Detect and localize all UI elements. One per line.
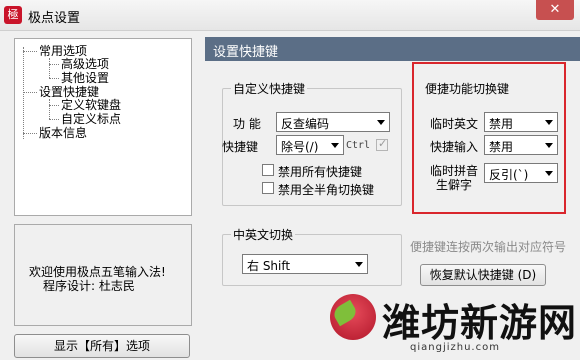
tree-item-common[interactable]: 常用选项 — [39, 44, 87, 58]
chevron-down-icon — [545, 143, 553, 148]
temp-pinyin-label-2: 生僻字 — [436, 178, 473, 192]
shortcut-label: 快捷键 — [222, 140, 259, 154]
checkmark-icon: ✓ — [378, 137, 388, 150]
custom-shortcut-title: 自定义快捷键 — [231, 80, 308, 97]
tree-connector — [49, 105, 59, 106]
watermark-brand: 潍坊新游网 — [382, 300, 578, 345]
chevron-down-icon — [545, 171, 553, 176]
tree-connector — [49, 99, 50, 119]
chevron-down-icon — [331, 143, 339, 148]
cn-en-switch-title: 中英文切换 — [231, 226, 296, 243]
temp-english-select[interactable]: 禁用 — [484, 112, 558, 132]
chevron-down-icon — [355, 262, 363, 267]
temp-english-label: 临时英文 — [430, 117, 479, 131]
shortcut-key-value: 除号(/) — [281, 140, 319, 154]
section-title: 设置快捷键 — [213, 45, 279, 60]
cn-en-switch-select[interactable]: 右 Shift — [242, 254, 368, 274]
quick-input-select[interactable]: 禁用 — [484, 135, 558, 155]
temp-pinyin-select[interactable]: 反引(`) — [484, 163, 558, 183]
disable-all-shortcuts-label[interactable]: 禁用所有快捷键 — [278, 163, 362, 180]
tree-connector — [49, 119, 59, 120]
tree-item-advanced[interactable]: 高级选项 — [61, 57, 109, 71]
temp-english-value: 禁用 — [489, 117, 514, 131]
restore-default-button[interactable]: 恢复默认快捷键 (D) — [420, 264, 546, 286]
function-label: 功 能 — [233, 117, 261, 131]
tree-item-punctuation[interactable]: 自定义标点 — [61, 112, 121, 126]
tree-item-soft-keyboard[interactable]: 定义软键盘 — [61, 98, 121, 112]
info-panel: 欢迎使用极点五笔输入法! 程序设计: 杜志民 — [14, 224, 192, 326]
watermark-url: qiangjizhu.com — [410, 342, 500, 353]
quick-input-value: 禁用 — [489, 140, 514, 154]
tree-item-shortcuts[interactable]: 设置快捷键 — [39, 85, 99, 99]
window-title: 极点设置 — [28, 11, 81, 26]
function-value: 反查编码 — [281, 117, 330, 131]
tree-connector — [49, 78, 59, 79]
section-header: 设置快捷键 — [205, 37, 580, 61]
app-icon: 極 — [4, 6, 22, 24]
quick-input-label: 快捷输入 — [430, 140, 479, 154]
function-select[interactable]: 反查编码 — [276, 112, 390, 132]
disable-full-half-label[interactable]: 禁用全半角切换键 — [278, 181, 374, 198]
tree-item-other[interactable]: 其他设置 — [61, 71, 109, 85]
chevron-down-icon — [377, 120, 385, 125]
title-bar[interactable]: 極 极点设置 ✕ — [0, 0, 580, 31]
tree-item-version[interactable]: 版本信息 — [39, 126, 87, 140]
disable-full-half-checkbox[interactable] — [262, 182, 274, 194]
author-text: 程序设计: 杜志民 — [43, 279, 135, 293]
show-all-options-button[interactable]: 显示【所有】选项 — [14, 334, 190, 358]
ctrl-label: Ctrl — [346, 140, 371, 151]
tree-connector — [23, 133, 37, 134]
tree-connector — [49, 64, 59, 65]
tree-connector — [23, 51, 37, 52]
hint-text: 便捷键连按两次输出对应符号 — [410, 240, 567, 254]
disable-all-shortcuts-checkbox[interactable] — [262, 164, 274, 176]
shortcut-key-select[interactable]: 除号(/) — [276, 135, 344, 155]
tree-connector — [49, 58, 50, 78]
close-button[interactable]: ✕ — [536, 0, 574, 20]
close-icon: ✕ — [549, 2, 561, 17]
ctrl-checkbox[interactable]: ✓ — [376, 137, 388, 151]
temp-pinyin-value: 反引(`) — [489, 168, 529, 182]
cn-en-switch-value: 右 Shift — [247, 259, 291, 273]
settings-window: 極 极点设置 ✕ 常用选项 高级选项 其他设置 设置快捷键 定义软键盘 自定义标… — [0, 0, 580, 360]
tree-connector — [23, 47, 24, 139]
chevron-down-icon — [545, 120, 553, 125]
watermark: 潍坊新游网 qiangjizhu.com — [320, 290, 580, 360]
settings-tree[interactable]: 常用选项 高级选项 其他设置 设置快捷键 定义软键盘 自定义标点 版本信息 — [14, 38, 192, 216]
tree-connector — [23, 92, 37, 93]
